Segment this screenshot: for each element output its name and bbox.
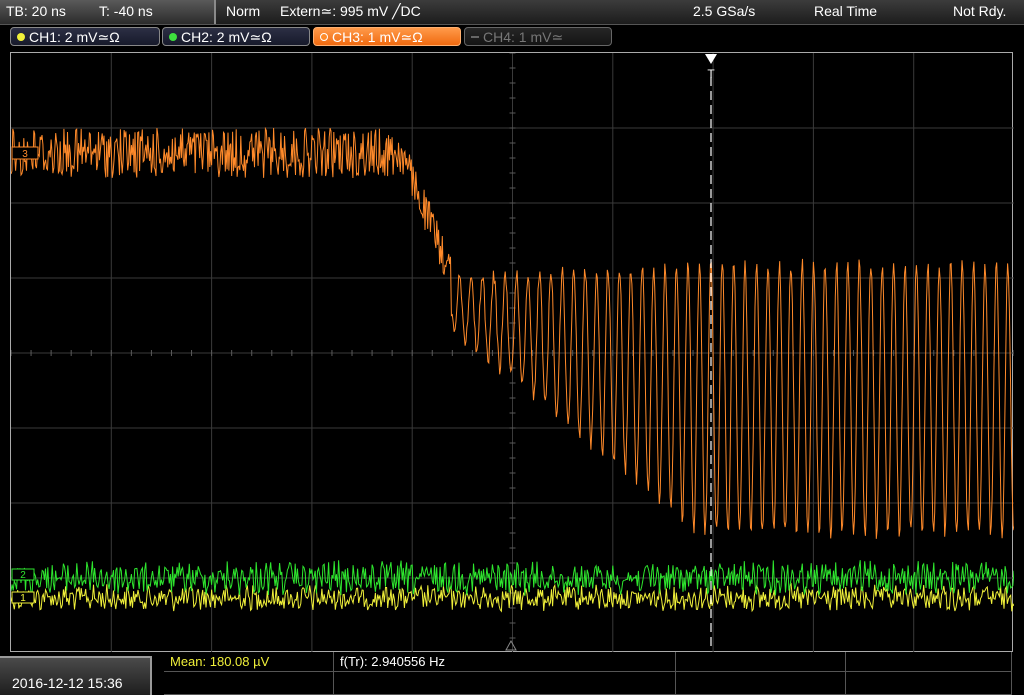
channel-tab-ch2[interactable]: CH2: 2 mV≃Ω [162, 27, 310, 46]
measurement-cell-freq[interactable]: f(Tr): 2.940556 Hz [334, 652, 676, 672]
ch1-offset-marker[interactable]: 1 [11, 591, 35, 604]
channel-tab-ch3[interactable]: CH3: 1 mV≃Ω [313, 27, 461, 46]
measurement-cell-mean[interactable]: Mean: 180.08 µV [164, 652, 334, 672]
channel-tab-ch1[interactable]: CH1: 2 mV≃Ω [10, 27, 160, 46]
ch1-indicator-icon [17, 33, 25, 41]
ch3-marker-label: 3 [22, 149, 28, 160]
channel-tabs: CH1: 2 mV≃Ω CH2: 2 mV≃Ω CH3: 1 mV≃Ω CH4:… [0, 25, 1024, 50]
ch4-indicator-icon [471, 36, 479, 38]
measurement-cell-empty[interactable] [334, 672, 676, 695]
waveform-display[interactable]: T 3 2 1 [10, 52, 1014, 653]
ch2-indicator-icon [169, 33, 177, 41]
measurement-cell-empty[interactable] [164, 672, 334, 695]
trigger-marker: T [707, 67, 715, 81]
ch3-offset-marker[interactable]: 3 [11, 146, 39, 160]
datetime-panel: 2016-12-12 15:36 [0, 656, 152, 695]
timebase-label: TB: 20 ns [6, 3, 66, 19]
ch4-label: CH4: 1 mV≃ [483, 29, 564, 45]
mean-measurement: Mean: 180.08 µV [170, 654, 270, 669]
measurement-table: Mean: 180.08 µV f(Tr): 2.940556 Hz [164, 652, 1012, 695]
frequency-measurement: f(Tr): 2.940556 Hz [340, 654, 446, 669]
ch1-marker-label: 1 [20, 593, 26, 604]
ch2-offset-marker[interactable]: 2 [11, 568, 35, 581]
measurement-cell-empty[interactable] [676, 672, 846, 695]
ch2-label: CH2: 2 mV≃Ω [181, 29, 272, 45]
timebase-panel[interactable]: TB: 20 ns T: -40 ns [0, 0, 216, 24]
measurement-cell-empty[interactable] [676, 652, 846, 672]
ch2-marker-label: 2 [20, 570, 26, 581]
datetime-label: 2016-12-12 15:36 [12, 675, 123, 691]
ch3-label: CH3: 1 mV≃Ω [332, 29, 423, 45]
ch1-label: CH1: 2 mV≃Ω [29, 29, 120, 45]
acquisition-mode-label: Real Time [814, 3, 878, 19]
run-status-label: Not Rdy. [953, 3, 1007, 19]
status-bar: TB: 20 ns T: -40 ns Norm Extern≃: 995 mV… [0, 0, 1024, 25]
trigger-time-label: T: -40 ns [99, 3, 153, 19]
bottom-bar: 2016-12-12 15:36 Mean: 180.08 µV f(Tr): … [0, 652, 1024, 695]
measurement-cell-empty[interactable] [846, 672, 1012, 695]
waveform-svg: T 3 2 1 [11, 53, 1014, 653]
ch3-indicator-icon [320, 33, 328, 41]
measurement-cell-empty[interactable] [846, 652, 1012, 672]
center-marker-icon [505, 639, 517, 651]
trigger-source-label[interactable]: Extern≃: 995 mV ╱DC [280, 3, 421, 20]
channel-tab-ch4[interactable]: CH4: 1 mV≃ [464, 27, 612, 46]
trigger-mode-label[interactable]: Norm [226, 3, 260, 19]
sample-rate-label: 2.5 GSa/s [693, 3, 756, 19]
trigger-position-icon[interactable] [705, 54, 717, 64]
